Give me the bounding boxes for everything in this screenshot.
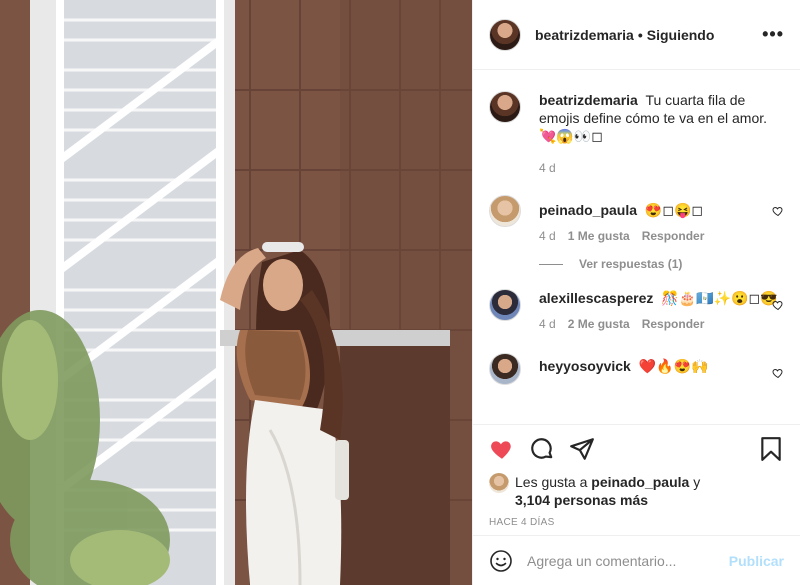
author-username[interactable]: beatrizdemaria (535, 27, 634, 43)
commenter-avatar[interactable] (489, 289, 521, 321)
commenter-avatar[interactable] (489, 195, 521, 227)
caption-time[interactable]: 4 d (539, 161, 556, 175)
post-timestamp[interactable]: HACE 4 DÍAS (489, 517, 784, 528)
view-replies[interactable]: Ver respuestas (1) (539, 257, 784, 271)
caption-meta: 4 d (539, 161, 784, 175)
caption-author-avatar[interactable] (489, 91, 521, 123)
like-comment-heart-icon[interactable] (772, 299, 784, 311)
likes-text: Les gusta a peinado_paula y 3,104 person… (515, 473, 700, 509)
caption: beatrizdemaria Tu cuarta fila de emojis … (489, 91, 784, 175)
reply-button[interactable]: Responder (642, 317, 705, 331)
comment-item: alexillescasperez 🎊🎂🇬🇹✨😮◻😎 4 d 2 Me gust… (489, 289, 784, 331)
likes-connector: y (693, 474, 701, 490)
caption-text-block: beatrizdemaria Tu cuarta fila de emojis … (539, 91, 784, 145)
comment-item: heyyosoyvick ❤️🔥😍🙌 (489, 353, 784, 385)
like-comment-heart-icon[interactable] (772, 205, 784, 217)
publish-button[interactable]: Publicar (729, 553, 784, 569)
comment-author[interactable]: heyyosoyvick (539, 358, 631, 374)
commenter-avatar[interactable] (489, 353, 521, 385)
post-photo[interactable] (0, 0, 472, 585)
like-comment-heart-icon[interactable] (772, 367, 784, 379)
comment-text-block: peinado_paula 😍◻😝◻ (539, 201, 784, 219)
comments-list[interactable]: beatrizdemaria Tu cuarta fila de emojis … (473, 71, 800, 424)
post-header: beatrizdemaria • Siguiendo ••• (473, 0, 800, 70)
comment-time[interactable]: 4 d (539, 229, 556, 243)
emoji-smiley-icon[interactable] (489, 549, 513, 573)
likes-prefix: Les gusta a (515, 474, 588, 490)
comment-text: ❤️🔥😍🙌 (638, 358, 709, 374)
comment-item: peinado_paula 😍◻😝◻ 4 d 1 Me gusta Respon… (489, 195, 784, 243)
header-separator: • (637, 26, 643, 43)
other-likes-link[interactable]: 3,104 personas más (515, 492, 648, 508)
comment-likes[interactable]: 2 Me gusta (568, 317, 630, 331)
add-comment-bar: Publicar (473, 535, 800, 585)
action-icons (489, 433, 784, 465)
comment-author[interactable]: peinado_paula (539, 202, 637, 218)
comment-bubble-icon[interactable] (529, 436, 555, 462)
comment-text: 🎊🎂🇬🇹✨😮◻😎 (661, 290, 778, 306)
comment-meta: 4 d 2 Me gusta Responder (539, 317, 784, 331)
view-replies-label[interactable]: Ver respuestas (1) (579, 257, 682, 271)
share-paper-plane-icon[interactable] (569, 436, 595, 462)
comment-text: 😍◻😝◻ (644, 202, 704, 218)
comment-time[interactable]: 4 d (539, 317, 556, 331)
liked-heart-icon[interactable] (489, 436, 515, 462)
post-side-panel: beatrizdemaria • Siguiendo ••• beatrizde… (472, 0, 800, 585)
comment-author[interactable]: alexillescasperez (539, 290, 653, 306)
comment-text-block: alexillescasperez 🎊🎂🇬🇹✨😮◻😎 (539, 289, 784, 307)
comment-input[interactable] (527, 552, 729, 569)
comment-meta: 4 d 1 Me gusta Responder (539, 229, 784, 243)
bookmark-icon[interactable] (758, 436, 784, 462)
following-button[interactable]: Siguiendo (647, 27, 715, 43)
more-options-icon[interactable]: ••• (762, 24, 784, 45)
reply-button[interactable]: Responder (642, 229, 705, 243)
caption-author[interactable]: beatrizdemaria (539, 92, 638, 108)
post-actions: Les gusta a peinado_paula y 3,104 person… (473, 424, 800, 528)
replies-divider (539, 263, 563, 265)
comment-text-block: heyyosoyvick ❤️🔥😍🙌 (539, 357, 784, 375)
author-avatar[interactable] (489, 18, 521, 51)
first-liker[interactable]: peinado_paula (591, 474, 689, 490)
likes-summary: Les gusta a peinado_paula y 3,104 person… (489, 473, 784, 509)
liker-avatar[interactable] (489, 473, 509, 493)
comment-likes[interactable]: 1 Me gusta (568, 229, 630, 243)
photo-illustration (0, 0, 472, 585)
